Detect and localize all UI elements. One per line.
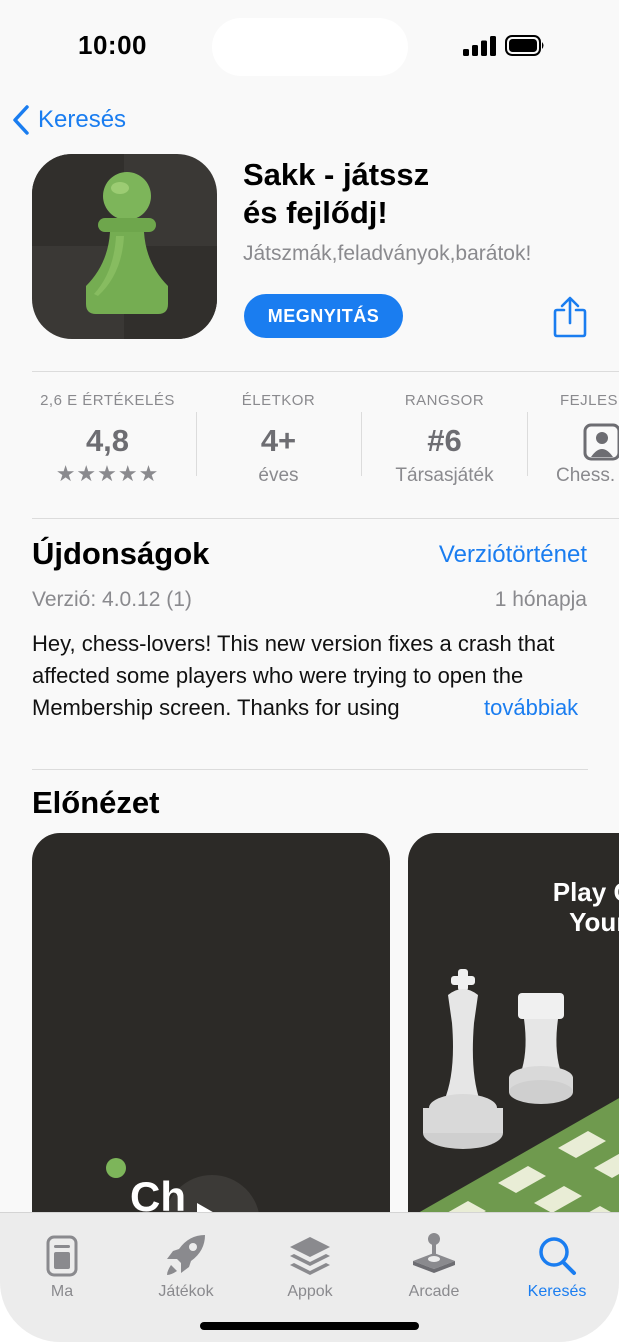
share-icon[interactable]	[552, 296, 588, 338]
chess-board-illustration	[418, 969, 619, 1253]
rating-stars: ★★★★★	[55, 461, 160, 486]
developer-icon	[583, 423, 619, 461]
back-label: Keresés	[38, 106, 127, 133]
tab-today[interactable]: Ma	[0, 1221, 124, 1301]
stat-rank-sub: Társasjáték	[395, 465, 494, 486]
stat-rank[interactable]: RANGSOR #6 Társasjáték	[362, 392, 527, 487]
tab-apps[interactable]: Appok	[248, 1221, 372, 1301]
tab-arcade-label: Arcade	[408, 1283, 460, 1300]
tab-apps-label: Appok	[287, 1283, 333, 1300]
whats-new-title: Újdonságok	[32, 536, 210, 571]
home-indicator[interactable]	[200, 1322, 419, 1330]
chess-pawn-icon	[32, 154, 217, 339]
search-icon	[539, 1237, 576, 1275]
version-history-link[interactable]: Verziótörténet	[439, 541, 587, 569]
status-time: 10:00	[78, 30, 147, 60]
version-text: Verzió: 4.0.12 (1)	[32, 588, 192, 611]
app-subtitle: Játszmák,feladványok,barátok!	[243, 242, 532, 265]
app-title-line-2: és fejlődj!	[243, 195, 388, 230]
app-icon	[32, 154, 217, 339]
stat-rank-value: #6	[427, 423, 462, 458]
preview-video-1[interactable]: Ch	[32, 833, 390, 1253]
video-play-icon: Ch	[106, 1158, 260, 1253]
divider	[32, 518, 619, 519]
apps-stack-icon	[290, 1237, 330, 1275]
stat-age-sub: éves	[258, 465, 299, 486]
app-store-page: 10:00 Keresés Sakk - játssz és fejlődj! …	[0, 0, 619, 1342]
stat-age-value: 4+	[260, 423, 297, 458]
chevron-left-icon	[13, 105, 29, 135]
stat-ratings-label: 2,6 E ÉRTÉKELÉS	[40, 392, 175, 409]
divider	[32, 371, 619, 372]
rocket-icon	[167, 1235, 205, 1275]
back-button[interactable]: Keresés	[12, 100, 126, 140]
preview-screenshot-2[interactable]: Play Onli Your Le	[408, 833, 619, 1253]
stat-rank-label: RANGSOR	[404, 392, 485, 409]
tab-today-label: Ma	[50, 1283, 74, 1300]
stat-developer-label: FEJLES	[560, 392, 619, 409]
release-age: 1 hónapja	[494, 588, 587, 611]
tab-games[interactable]: Játékok	[124, 1221, 248, 1301]
today-icon	[46, 1235, 78, 1277]
open-button[interactable]: MEGNYITÁS	[244, 294, 403, 338]
more-link[interactable]: továbbiak	[472, 692, 604, 724]
stat-developer-sub: Chess.	[556, 465, 616, 486]
status-bar: 10:00	[0, 0, 619, 90]
app-title-line-1: Sakk - játssz	[243, 157, 430, 192]
tab-search[interactable]: Keresés	[495, 1221, 619, 1301]
app-title: Sakk - játssz és fejlődj!	[243, 156, 603, 232]
stat-ratings[interactable]: 2,6 E ÉRTÉKELÉS 4,8 ★★★★★	[25, 392, 190, 487]
dynamic-island	[212, 18, 408, 76]
tab-arcade[interactable]: Arcade	[372, 1221, 496, 1301]
stat-developer[interactable]: FEJLES Chess.	[527, 392, 619, 487]
tab-games-label: Játékok	[158, 1283, 214, 1300]
preview-title: Előnézet	[32, 785, 160, 820]
stat-age-label: ÉLETKOR	[241, 392, 316, 409]
battery-icon	[505, 35, 544, 56]
cellular-signal-icon	[463, 36, 496, 56]
tab-search-label: Keresés	[527, 1283, 587, 1300]
joystick-icon	[413, 1233, 455, 1273]
stat-age[interactable]: ÉLETKOR 4+ éves	[196, 392, 361, 487]
stat-ratings-value: 4,8	[85, 423, 130, 458]
divider	[32, 769, 588, 770]
